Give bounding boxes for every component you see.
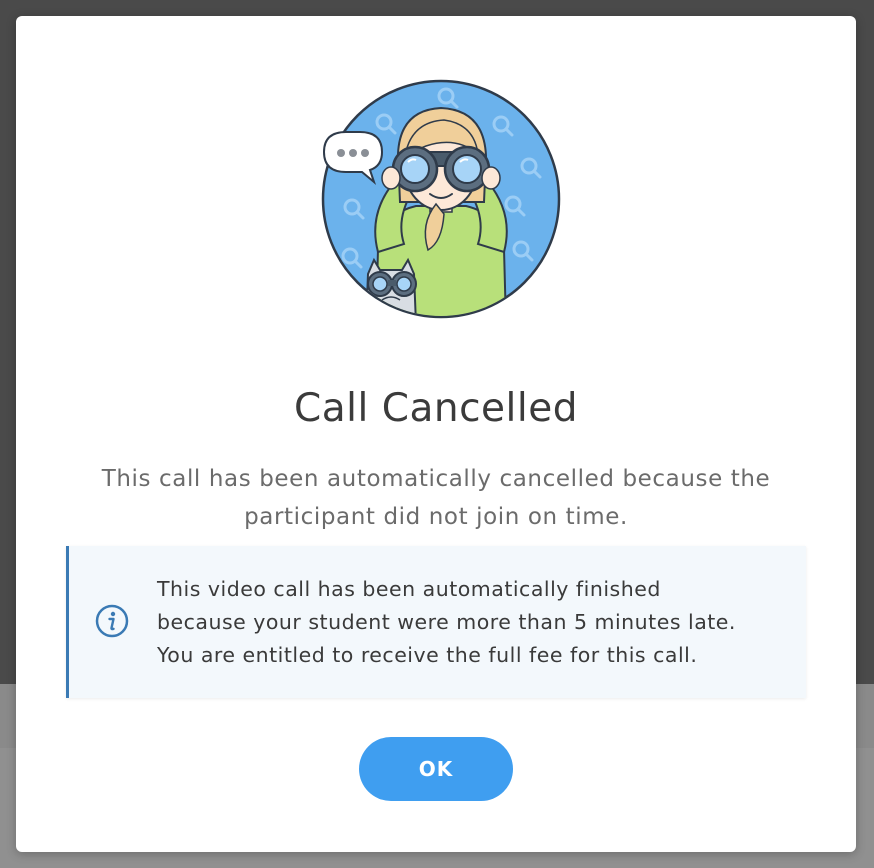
info-notice: This video call has been automatically f… — [66, 546, 806, 698]
notice-line: because your student were more than 5 mi… — [157, 610, 736, 634]
call-cancelled-dialog: Call Cancelled This call has been automa… — [16, 16, 856, 852]
dialog-title: Call Cancelled — [294, 386, 578, 431]
notice-line: You are entitled to receive the full fee… — [157, 643, 698, 667]
notice-line: This video call has been automatically f… — [157, 577, 661, 601]
notice-text: This video call has been automatically f… — [157, 573, 797, 672]
binoculars-girl-illustration — [321, 79, 561, 319]
info-icon — [95, 604, 129, 638]
ok-button[interactable]: OK — [359, 737, 513, 801]
dialog-description: This call has been automatically cancell… — [101, 466, 771, 530]
